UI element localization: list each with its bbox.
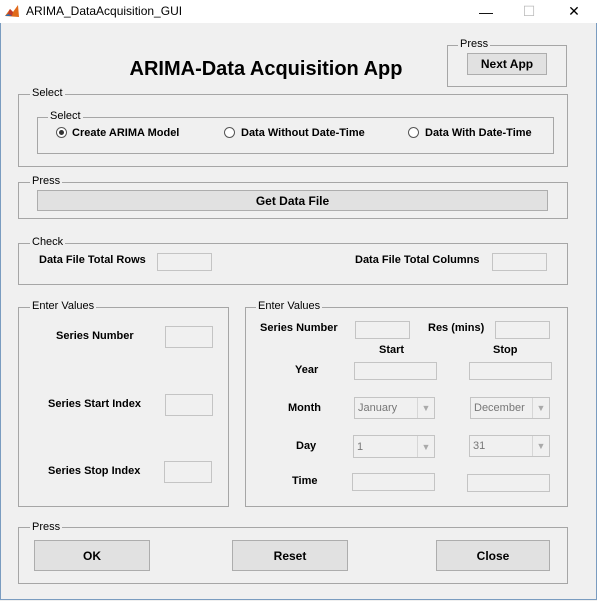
- stop-day-value: 31: [473, 440, 486, 452]
- next-app-button[interactable]: Next App: [467, 53, 547, 75]
- stop-day-select[interactable]: 31 ▼: [469, 435, 550, 457]
- select-panel-label: Select: [30, 87, 65, 99]
- chevron-down-icon: ▼: [532, 436, 549, 456]
- maximize-button[interactable]: ☐: [506, 0, 552, 23]
- chevron-down-icon: ▼: [417, 436, 434, 457]
- stop-month-value: December: [474, 402, 525, 414]
- close-window-button[interactable]: ✕: [551, 0, 597, 23]
- radio-data-with-date-time-label[interactable]: Data With Date-Time: [425, 127, 532, 139]
- check-panel-label: Check: [30, 236, 66, 248]
- month-label: Month: [288, 402, 321, 414]
- matlab-app-icon: [4, 3, 20, 19]
- page-title: ARIMA-Data Acquisition App: [129, 58, 403, 80]
- get-data-file-button[interactable]: Get Data File: [37, 190, 548, 211]
- right-series-number-label: Series Number: [260, 322, 338, 334]
- day-label: Day: [296, 440, 317, 452]
- chevron-down-icon: ▼: [532, 398, 549, 418]
- chevron-down-icon: ▼: [417, 398, 434, 418]
- res-mins-label: Res (mins): [428, 322, 485, 334]
- series-number-label: Series Number: [56, 330, 134, 342]
- stop-column-header: Stop: [493, 344, 518, 356]
- time-label: Time: [292, 475, 318, 487]
- data-file-panel-label: Press: [30, 175, 63, 187]
- res-mins-input[interactable]: [495, 321, 550, 339]
- window-title: ARIMA_DataAcquisition_GUI: [26, 4, 183, 18]
- radio-selected-dot: [59, 130, 64, 135]
- start-year-input[interactable]: [354, 362, 437, 380]
- stop-time-input[interactable]: [467, 474, 550, 492]
- total-rows-label: Data File Total Rows: [39, 254, 146, 266]
- start-month-value: January: [358, 402, 398, 414]
- stop-month-select[interactable]: December ▼: [470, 397, 550, 419]
- radio-data-without-date-time[interactable]: [224, 127, 235, 138]
- ok-button[interactable]: OK: [34, 540, 150, 571]
- year-label: Year: [295, 364, 319, 376]
- left-values-panel-label: Enter Values: [30, 300, 97, 312]
- start-day-select[interactable]: 1 ▼: [353, 435, 435, 458]
- stop-year-input[interactable]: [469, 362, 552, 380]
- series-stop-index-label: Series Stop Index: [48, 465, 141, 477]
- total-columns-label: Data File Total Columns: [355, 254, 480, 266]
- total-rows-field[interactable]: [157, 253, 212, 271]
- reset-button[interactable]: Reset: [232, 540, 348, 571]
- right-values-panel-label: Enter Values: [256, 300, 323, 312]
- minimize-button[interactable]: —: [463, 0, 509, 23]
- start-day-value: 1: [357, 440, 364, 453]
- radio-create-arima-model[interactable]: [56, 127, 67, 138]
- radio-data-without-date-time-label[interactable]: Data Without Date-Time: [241, 127, 365, 139]
- close-button[interactable]: Close: [436, 540, 550, 571]
- actions-panel-label: Press: [30, 521, 63, 533]
- select-inner-label: Select: [48, 110, 83, 122]
- series-start-index-input[interactable]: [165, 394, 213, 416]
- next-app-panel-label: Press: [458, 38, 491, 50]
- radio-data-with-date-time[interactable]: [408, 127, 419, 138]
- start-time-input[interactable]: [352, 473, 435, 491]
- start-column-header: Start: [379, 344, 405, 356]
- series-number-input[interactable]: [165, 326, 213, 348]
- right-series-number-input[interactable]: [355, 321, 410, 339]
- radio-create-arima-model-label[interactable]: Create ARIMA Model: [72, 127, 179, 139]
- series-start-index-label: Series Start Index: [48, 398, 141, 410]
- start-month-select[interactable]: January ▼: [354, 397, 435, 419]
- series-stop-index-input[interactable]: [164, 461, 212, 483]
- total-columns-field[interactable]: [492, 253, 547, 271]
